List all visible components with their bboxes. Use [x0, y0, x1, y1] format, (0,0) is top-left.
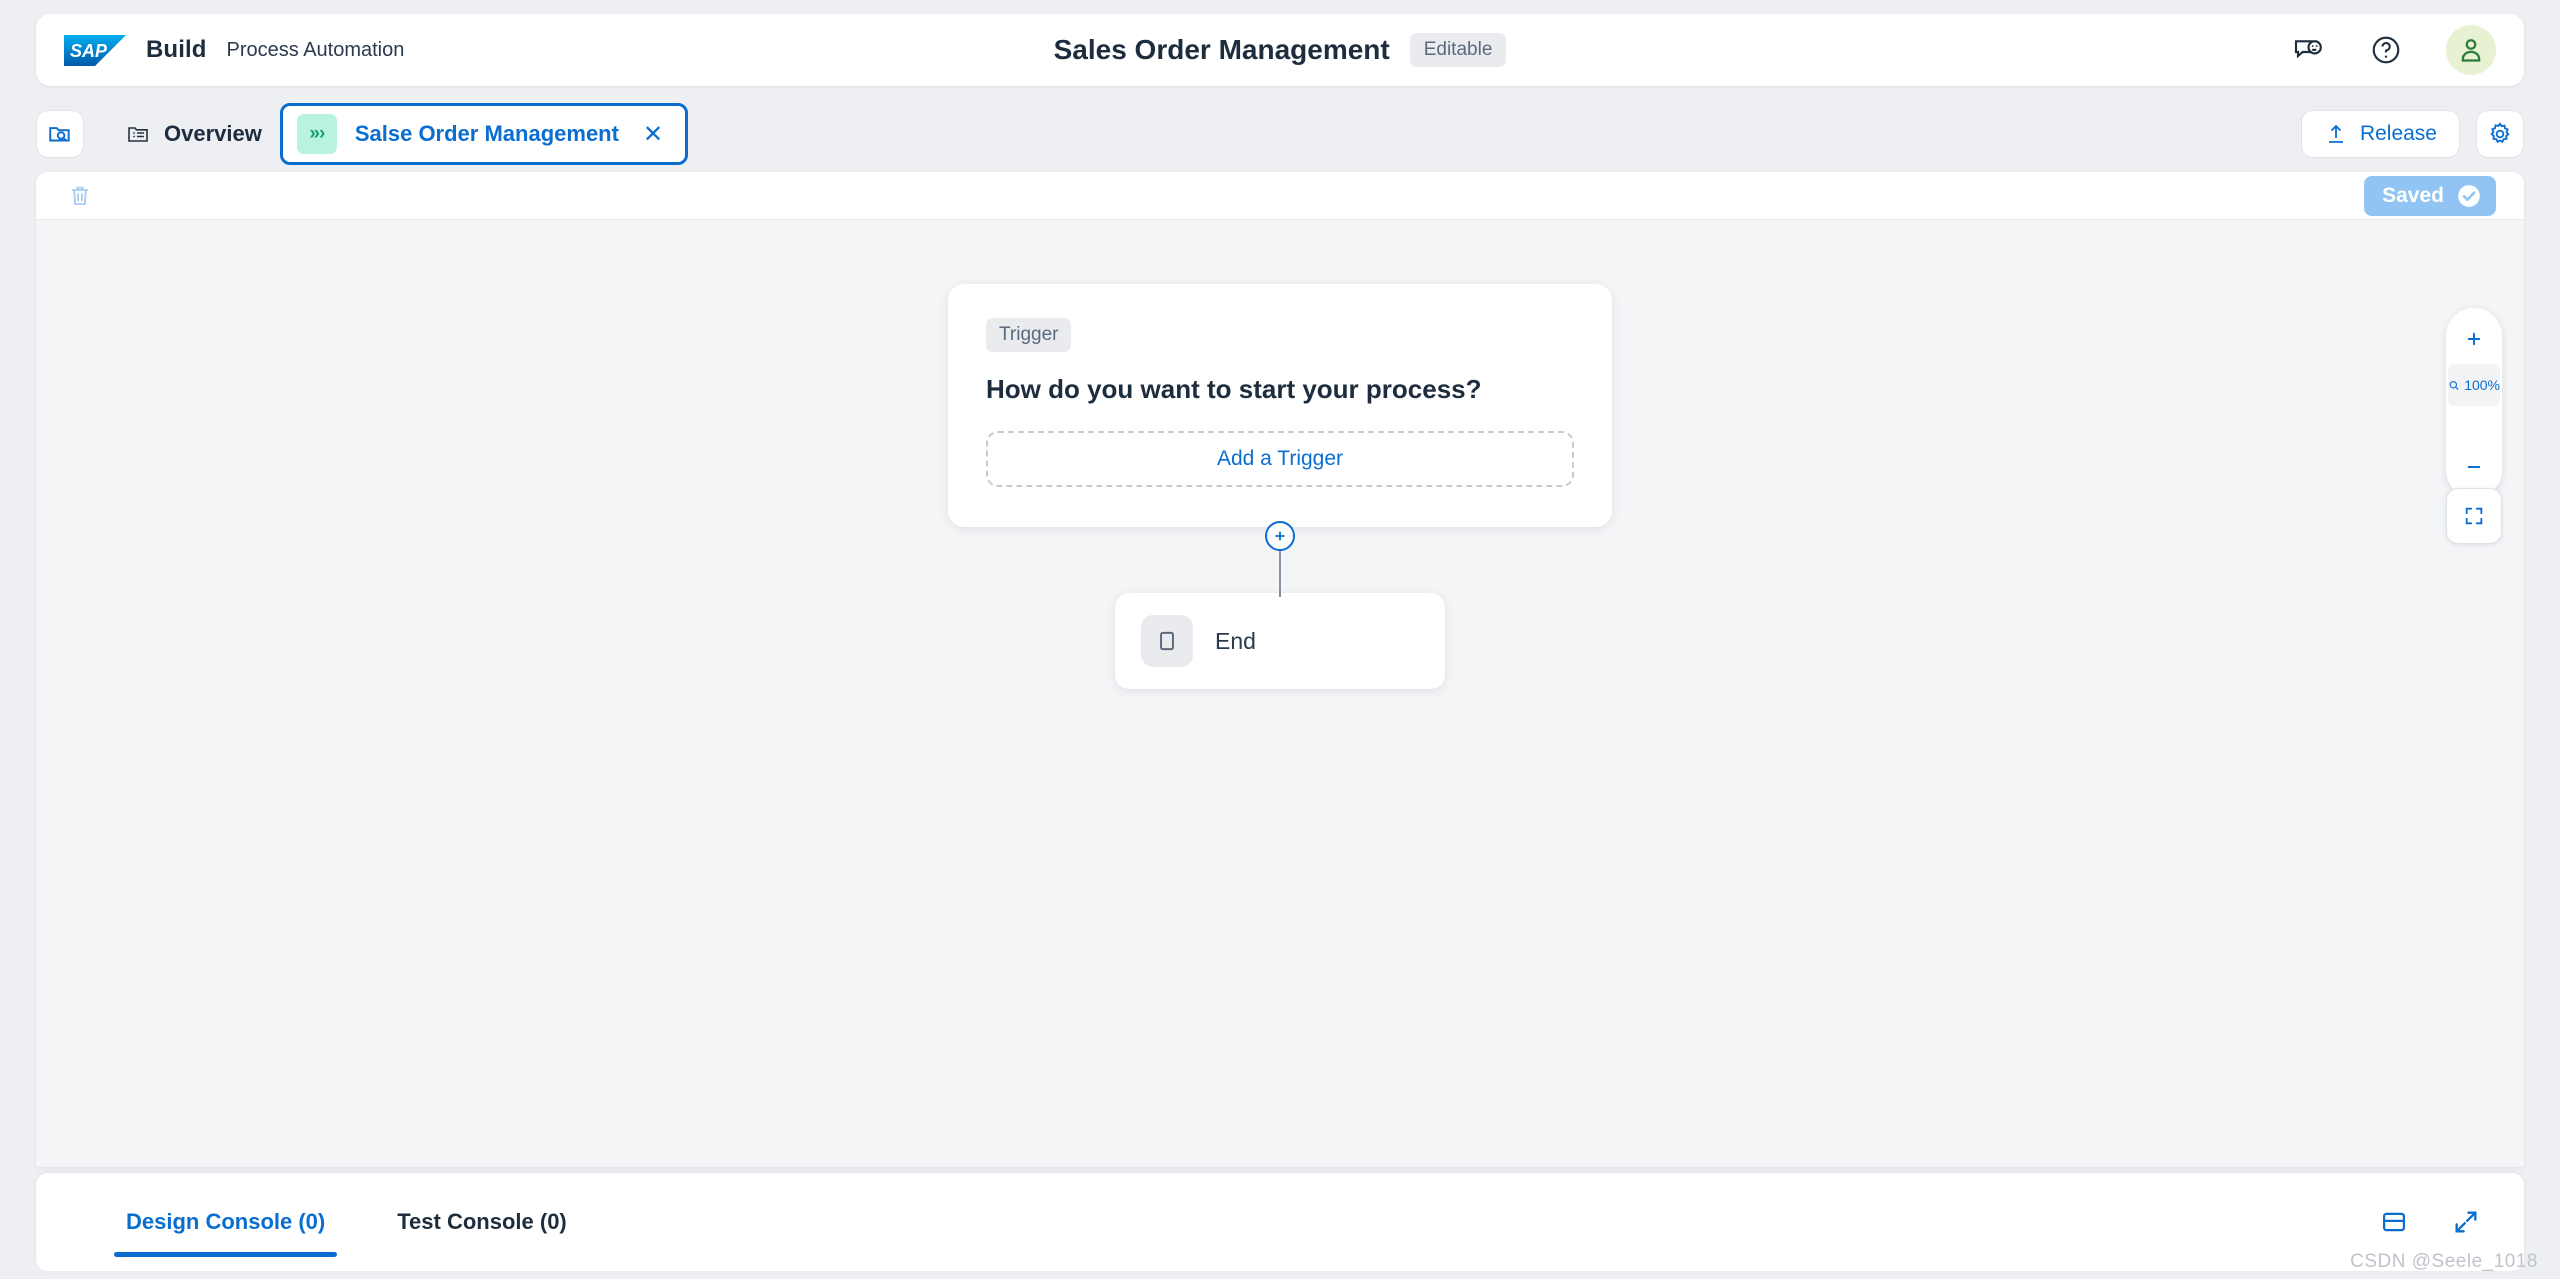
brand-subtitle: Process Automation	[226, 38, 405, 61]
fit-to-screen-icon	[2465, 507, 2483, 525]
check-circle-icon	[2458, 184, 2480, 207]
user-avatar-icon	[2461, 39, 2481, 62]
expand-icon	[2455, 1211, 2477, 1233]
app-root: SAP Build Process Automation Sales Order…	[0, 0, 2560, 1279]
tabstrip-actions: Release	[2300, 110, 2524, 158]
feedback-icon	[2294, 40, 2322, 59]
plus-icon	[2467, 332, 2481, 346]
tab-salse-order-management[interactable]: »› Salse Order Management ✕	[279, 103, 689, 165]
tab-overview[interactable]: Overview	[108, 104, 280, 164]
process-flow: Trigger How do you want to start your pr…	[930, 284, 1630, 689]
process-badge-icon: »›	[296, 114, 337, 154]
add-trigger-button[interactable]: Add a Trigger	[986, 431, 1574, 487]
end-node[interactable]: End	[1115, 593, 1445, 689]
header-actions	[2290, 25, 2496, 75]
plus-circle-icon	[1275, 531, 1285, 541]
split-panel-icon	[2382, 1212, 2406, 1232]
tab-design-console[interactable]: Design Console (0)	[114, 1173, 338, 1271]
avatar[interactable]	[2446, 25, 2496, 75]
overview-folder-icon	[128, 127, 148, 142]
trigger-card-title: How do you want to start your process?	[986, 374, 1482, 404]
magnifier-icon	[2449, 380, 2459, 390]
design-console-label: Design Console (0)	[126, 1209, 326, 1234]
release-label: Release	[2359, 122, 2437, 145]
end-node-label: End	[1215, 627, 1256, 654]
save-status-badge: Saved	[2364, 175, 2496, 216]
stop-square-icon	[1160, 631, 1174, 651]
flow-canvas[interactable]: Trigger How do you want to start your pr…	[36, 220, 2524, 1167]
project-explorer-icon	[49, 127, 70, 142]
console-actions	[2378, 1206, 2524, 1238]
test-console-label: Test Console (0)	[397, 1209, 567, 1234]
expand-button[interactable]	[2450, 1206, 2482, 1238]
fit-to-screen-button[interactable]	[2446, 488, 2502, 544]
gear-icon	[2490, 122, 2510, 144]
split-panel-button[interactable]	[2378, 1206, 2410, 1238]
save-status-label: Saved	[2382, 183, 2444, 207]
sap-logo: SAP	[64, 34, 126, 66]
trigger-chip: Trigger	[986, 318, 1072, 352]
close-icon[interactable]: ✕	[643, 120, 663, 149]
tab-active-label: Salse Order Management	[354, 121, 619, 146]
help-button[interactable]	[2368, 32, 2404, 68]
release-button[interactable]: Release	[2300, 110, 2460, 158]
end-node-icon	[1141, 615, 1193, 667]
svg-text:SAP: SAP	[70, 41, 108, 61]
minus-icon	[2467, 466, 2481, 468]
add-step-button[interactable]	[1265, 521, 1295, 551]
zoom-level-label: 100%	[2464, 377, 2500, 393]
upload-icon	[2328, 124, 2343, 143]
tab-test-console[interactable]: Test Console (0)	[385, 1173, 579, 1271]
editor-toolbar: Saved	[36, 172, 2524, 220]
page-title: Sales Order Management	[1053, 34, 1390, 65]
brand-name: Build	[146, 36, 207, 63]
help-icon	[2372, 36, 2400, 64]
header-center: Sales Order Management Editable	[36, 14, 2524, 86]
watermark: CSDN @Seele_1018	[2350, 1251, 2538, 1272]
trigger-card: Trigger How do you want to start your pr…	[948, 284, 1612, 527]
trash-icon	[71, 186, 89, 205]
zoom-level-button[interactable]: 100%	[2448, 364, 2500, 406]
status-badge: Editable	[1409, 33, 1507, 67]
delete-button[interactable]	[64, 180, 96, 212]
feedback-button[interactable]	[2290, 32, 2326, 68]
settings-button[interactable]	[2476, 110, 2524, 158]
zoom-controls: 100%	[2446, 308, 2502, 498]
zoom-in-button[interactable]	[2452, 318, 2496, 360]
shell-header: SAP Build Process Automation Sales Order…	[36, 14, 2524, 86]
project-explorer-button[interactable]	[36, 110, 84, 158]
process-editor-panel: Saved Trigger How do you want to start y…	[36, 172, 2524, 1167]
zoom-out-button[interactable]	[2452, 446, 2496, 488]
flow-connector	[930, 521, 1630, 597]
brand[interactable]: SAP Build Process Automation	[64, 34, 405, 66]
console-bar: Design Console (0) Test Console (0)	[36, 1173, 2524, 1271]
tab-strip: Overview »› Salse Order Management ✕ Rel…	[36, 103, 2524, 165]
tab-overview-label: Overview	[164, 121, 262, 146]
